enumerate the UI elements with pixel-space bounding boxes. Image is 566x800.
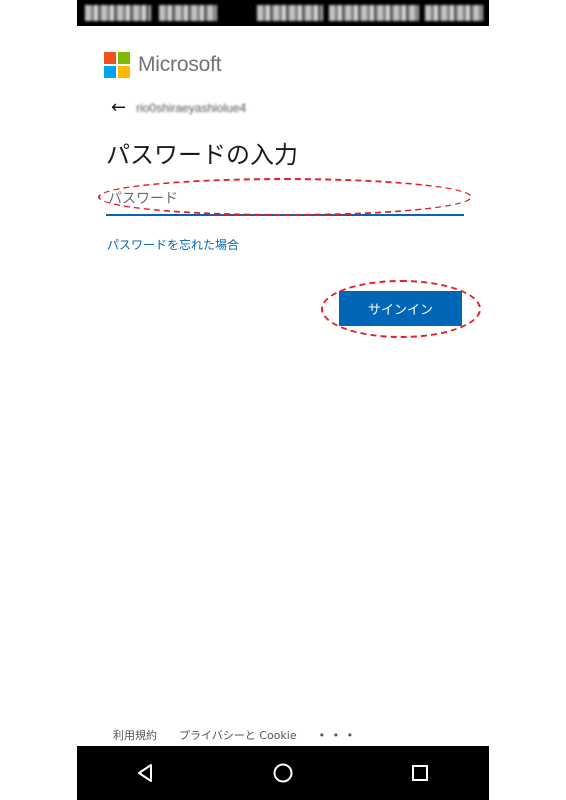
- microsoft-logo-icon: [104, 52, 130, 78]
- home-circle-icon: [273, 763, 293, 783]
- account-email: rio0shiraeyashiolue4: [136, 101, 247, 115]
- signin-button[interactable]: サインイン: [339, 291, 462, 326]
- account-row: ← rio0shiraeyashiolue4: [111, 99, 246, 117]
- microsoft-logo: Microsoft: [104, 52, 222, 78]
- status-blur-2: [159, 5, 217, 21]
- arrow-left-icon[interactable]: ←: [111, 99, 126, 117]
- recents-square-icon: [412, 765, 429, 781]
- logo-square-green: [118, 52, 130, 64]
- android-nav-bar: [77, 746, 489, 800]
- phone-screen: Microsoft ← rio0shiraeyashiolue4 パスワードの入…: [77, 0, 489, 800]
- status-blur-3: [257, 5, 323, 21]
- logo-square-yellow: [118, 66, 130, 78]
- footer: 利用規約 プライバシーと Cookie • • •: [113, 727, 355, 743]
- nav-back-button[interactable]: [126, 753, 166, 793]
- back-triangle-icon: [137, 764, 152, 782]
- status-blur-1: [85, 5, 151, 21]
- page-title: パスワードの入力: [106, 141, 298, 169]
- password-input[interactable]: [106, 184, 464, 216]
- privacy-link[interactable]: プライバシーと Cookie: [179, 727, 297, 743]
- terms-link[interactable]: 利用規約: [113, 727, 157, 743]
- logo-square-blue: [104, 66, 116, 78]
- forgot-password-link[interactable]: パスワードを忘れた場合: [107, 236, 239, 253]
- status-blur-5: [425, 5, 483, 21]
- logo-text: Microsoft: [138, 53, 222, 76]
- status-blur-4: [329, 5, 419, 21]
- status-bar: [77, 0, 489, 26]
- more-options-icon[interactable]: • • •: [319, 729, 355, 742]
- nav-recents-button[interactable]: [400, 753, 440, 793]
- nav-home-button[interactable]: [263, 753, 303, 793]
- logo-square-red: [104, 52, 116, 64]
